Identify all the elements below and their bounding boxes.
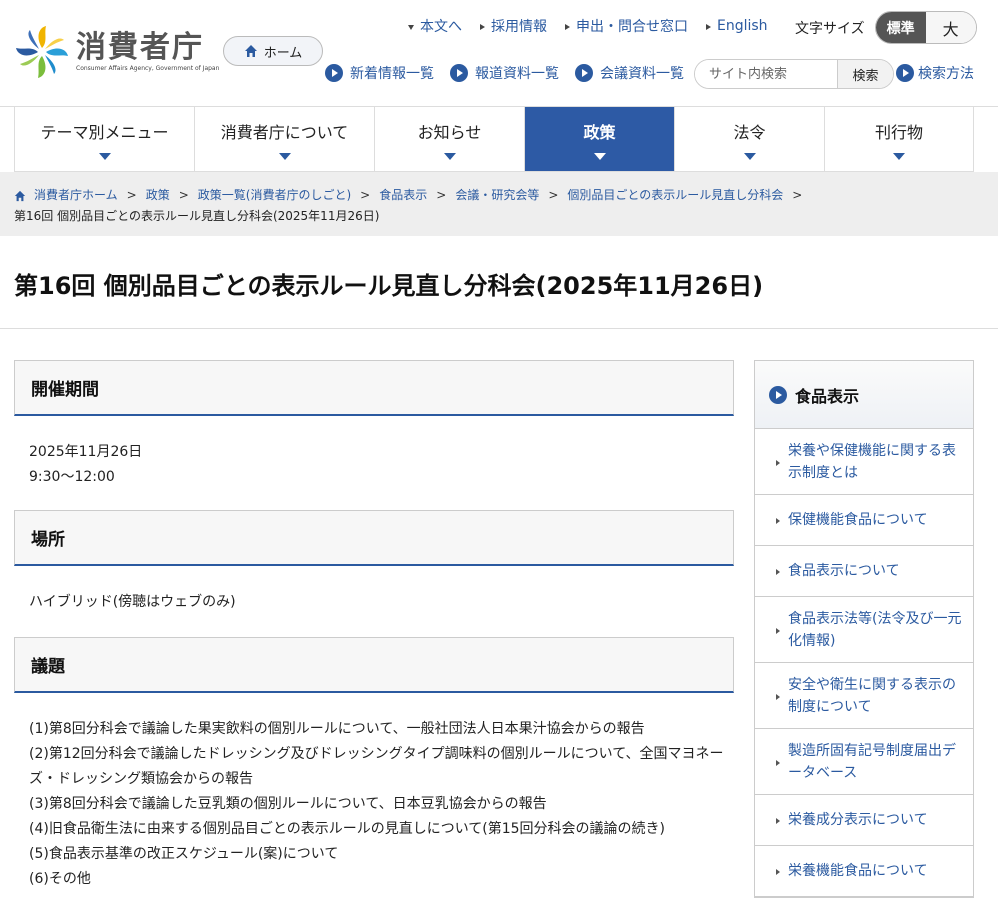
- breadcrumb-link-meetings[interactable]: 会議・研究会等: [455, 185, 539, 206]
- page-title: 第16回 個別品目ごとの表示ルール見直し分科会(2025年11月26日): [14, 272, 764, 300]
- triangle-right-icon: [776, 518, 780, 524]
- agenda-item: (2)第12回分科会で議論したドレッシング及びドレッシングタイプ調味料の個別ルー…: [29, 746, 724, 762]
- breadcrumb-separator-icon: >: [126, 188, 137, 202]
- section-body-period: 2025年11月26日 9:30〜12:00: [14, 416, 734, 510]
- triangle-right-icon: [480, 24, 485, 30]
- nav-policy[interactable]: 政策: [525, 107, 675, 172]
- breadcrumb-current: 第16回 個別品目ごとの表示ルール見直し分科会(2025年11月26日): [14, 209, 380, 223]
- triangle-down-icon: [408, 24, 414, 30]
- home-icon: [14, 190, 26, 201]
- meeting-materials-list-link[interactable]: 会議資料一覧: [575, 63, 684, 83]
- meeting-date: 2025年11月26日: [29, 444, 143, 460]
- sidebar-heading[interactable]: 食品表示: [755, 361, 973, 429]
- meeting-time: 9:30〜12:00: [29, 469, 115, 485]
- sidebar-item-nutrition-health-labeling[interactable]: 栄養や保健機能に関する表 示制度とは: [755, 429, 973, 495]
- caret-down-icon: [98, 152, 111, 160]
- sidebar-item-manufacturer-code-database[interactable]: 製造所固有記号制度届出デ ータベース: [755, 729, 973, 795]
- meeting-place: ハイブリッド(傍聴はウェブのみ): [29, 594, 236, 610]
- triangle-right-icon: [776, 869, 780, 875]
- breadcrumb-link-food-labeling[interactable]: 食品表示: [379, 185, 427, 206]
- circle-arrow-icon: [325, 64, 343, 82]
- site-logo[interactable]: 消費者庁 Consumer Affairs Agency, Government…: [14, 24, 219, 80]
- caret-down-icon: [593, 152, 606, 160]
- breadcrumb-separator-icon: >: [792, 188, 803, 202]
- breadcrumb: 消費者庁ホーム > 政策 > 政策一覧(消費者庁のしごと) > 食品表示 > 会…: [0, 172, 998, 236]
- triangle-right-icon: [706, 24, 711, 30]
- section-body-place: ハイブリッド(傍聴はウェブのみ): [14, 566, 734, 637]
- agenda-item: (4)旧食品衛生法に由来する個別品目ごとの表示ルールの見直しについて(第15回分…: [29, 821, 666, 837]
- circle-arrow-icon: [769, 385, 787, 404]
- breadcrumb-link-policy-list[interactable]: 政策一覧(消費者庁のしごと): [198, 185, 351, 206]
- section-heading-period: 開催期間: [14, 360, 734, 416]
- triangle-right-icon: [776, 569, 780, 575]
- sidebar-item-safety-hygiene-labeling[interactable]: 安全や衛生に関する表示の 制度について: [755, 663, 973, 729]
- breadcrumb-link-home[interactable]: 消費者庁ホーム: [34, 185, 118, 206]
- section-body-agenda: (1)第8回分科会で議論した果実飲料の個別ルールについて、一般社団法人日本果汁協…: [14, 693, 734, 892]
- top-links: 本文へ 採用情報 申出・問合せ窓口 English: [408, 15, 786, 37]
- home-button[interactable]: ホーム: [223, 36, 323, 66]
- logo-mark-icon: [14, 24, 70, 80]
- sidebar-item-nutrition-facts[interactable]: 栄養成分表示について: [755, 795, 973, 846]
- sidebar-menu: 食品表示 栄養や保健機能に関する表 示制度とは 保健機能食品について 食品表示につ…: [754, 360, 974, 898]
- logo-title: 消費者庁: [76, 30, 204, 65]
- skip-to-content-link[interactable]: 本文へ: [408, 16, 462, 36]
- title-divider: [0, 328, 998, 329]
- breadcrumb-link-policy[interactable]: 政策: [146, 185, 170, 206]
- sidebar-item-nutrient-function-food[interactable]: 栄養機能食品について: [755, 846, 973, 897]
- search-help-link[interactable]: 検索方法: [896, 63, 974, 83]
- home-icon: [244, 45, 257, 57]
- font-size-large-button[interactable]: 大: [925, 12, 976, 43]
- triangle-right-icon: [776, 459, 780, 466]
- triangle-right-icon: [565, 24, 570, 30]
- circle-arrow-icon: [450, 64, 468, 82]
- agenda-item: (1)第8回分科会で議論した果実飲料の個別ルールについて、一般社団法人日本果汁協…: [29, 721, 645, 737]
- site-search: 検索: [694, 59, 894, 89]
- search-button[interactable]: 検索: [837, 60, 893, 88]
- circle-arrow-icon: [575, 64, 593, 82]
- inquiry-link[interactable]: 申出・問合せ窓口: [565, 16, 688, 36]
- triangle-right-icon: [776, 759, 780, 766]
- section-heading-place: 場所: [14, 510, 734, 566]
- circle-arrow-icon: [896, 64, 914, 82]
- logo-subtitle: Consumer Affairs Agency, Government of J…: [76, 65, 220, 72]
- triangle-right-icon: [776, 693, 780, 700]
- nav-news[interactable]: お知らせ: [375, 107, 525, 172]
- home-button-label: ホーム: [263, 45, 303, 61]
- breadcrumb-link-subcommittee[interactable]: 個別品目ごとの表示ルール見直し分科会: [567, 185, 783, 206]
- font-size-label: 文字サイズ: [795, 20, 865, 37]
- nav-publications[interactable]: 刊行物: [825, 107, 974, 172]
- font-size-standard-button[interactable]: 標準: [875, 12, 926, 43]
- breadcrumb-separator-icon: >: [548, 188, 559, 202]
- main-content: 開催期間 2025年11月26日 9:30〜12:00 場所 ハイブリッド(傍聴…: [14, 360, 734, 892]
- nav-theme-menu[interactable]: テーマ別メニュー: [15, 107, 195, 172]
- global-nav: テーマ別メニュー 消費者庁について お知らせ 政策 法令 刊行物: [14, 107, 974, 172]
- sidebar-item-food-labeling[interactable]: 食品表示について: [755, 546, 973, 597]
- triangle-right-icon: [776, 627, 780, 634]
- breadcrumb-separator-icon: >: [360, 188, 371, 202]
- recruitment-link[interactable]: 採用情報: [480, 16, 547, 36]
- news-list-link[interactable]: 新着情報一覧: [325, 63, 434, 83]
- agenda-item-continued: ズ・ドレッシング類協会からの報告: [29, 771, 253, 787]
- breadcrumb-separator-icon: >: [178, 188, 189, 202]
- sidebar-item-health-function-food[interactable]: 保健機能食品について: [755, 495, 973, 546]
- agenda-item: (6)その他: [29, 871, 91, 887]
- english-link[interactable]: English: [706, 18, 768, 34]
- sub-links: 新着情報一覧 報道資料一覧 会議資料一覧: [325, 63, 700, 83]
- search-input[interactable]: [695, 60, 837, 88]
- site-header: 消費者庁 Consumer Affairs Agency, Government…: [0, 0, 998, 107]
- nav-laws[interactable]: 法令: [675, 107, 825, 172]
- caret-down-icon: [278, 152, 291, 160]
- caret-down-icon: [893, 152, 905, 160]
- press-release-list-link[interactable]: 報道資料一覧: [450, 63, 559, 83]
- triangle-right-icon: [776, 818, 780, 824]
- breadcrumb-separator-icon: >: [436, 188, 447, 202]
- caret-down-icon: [443, 152, 456, 160]
- section-heading-agenda: 議題: [14, 637, 734, 693]
- sidebar-item-food-labeling-act[interactable]: 食品表示法等(法令及び一元 化情報): [755, 597, 973, 663]
- nav-about[interactable]: 消費者庁について: [195, 107, 375, 172]
- agenda-item: (3)第8回分科会で議論した豆乳類の個別ルールについて、日本豆乳協会からの報告: [29, 796, 547, 812]
- font-size-switcher: 文字サイズ 標準 大: [795, 11, 977, 44]
- agenda-item: (5)食品表示基準の改正スケジュール(案)について: [29, 846, 339, 862]
- caret-down-icon: [743, 152, 756, 160]
